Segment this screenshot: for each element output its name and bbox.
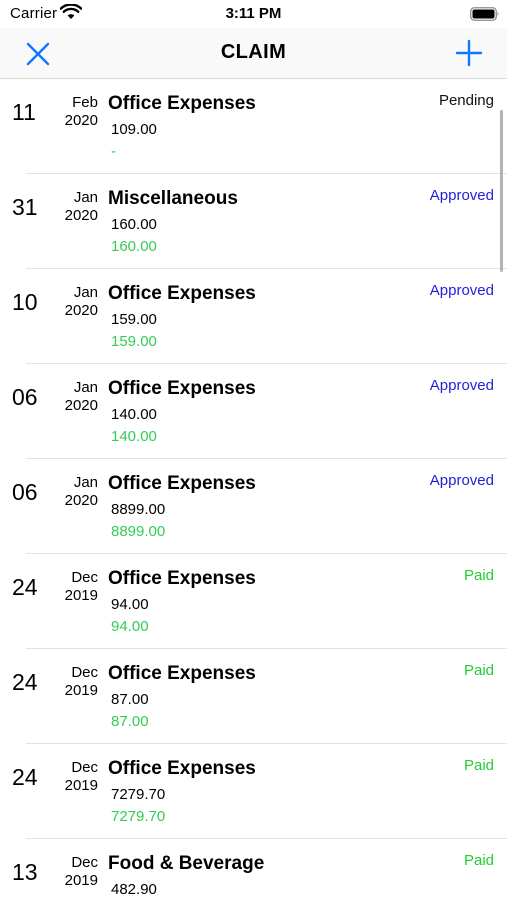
claim-month: Jan [73, 379, 98, 396]
approved-amount: 8899.00 [111, 523, 166, 540]
approved-amount: 160.00 [111, 238, 157, 255]
status-badge: Paid [463, 852, 494, 869]
claim-row[interactable]: 24 Dec 2019 Office Expenses 7279.70 7279… [0, 744, 507, 839]
claim-day: 06 [12, 479, 38, 505]
claim-category: Office Expenses [108, 663, 256, 684]
status-badge: Approved [429, 282, 494, 299]
claimed-amount: 94.00 [111, 596, 149, 613]
status-badge: Pending [438, 92, 494, 109]
claim-row[interactable]: 10 Jan 2020 Office Expenses 159.00 159.0… [0, 269, 507, 364]
status-badge: Paid [463, 662, 494, 679]
claim-day: 13 [12, 859, 38, 885]
claim-category: Office Expenses [108, 378, 256, 399]
claim-row[interactable]: 13 Dec 2019 Food & Beverage 482.90 Paid [0, 839, 507, 900]
approved-amount: 94.00 [111, 618, 149, 635]
claim-year: 2019 [64, 587, 98, 604]
claimed-amount: 7279.70 [111, 786, 166, 803]
claim-month: Jan [73, 284, 98, 301]
claimed-amount: 109.00 [111, 121, 157, 138]
plus-icon[interactable] [455, 39, 483, 67]
claim-month: Jan [73, 474, 98, 491]
status-badge: Paid [463, 567, 494, 584]
claim-day: 11 [12, 99, 36, 125]
claim-day: 06 [12, 384, 38, 410]
claim-list[interactable]: 11 Feb 2020 Office Expenses 109.00 - Pen… [0, 79, 507, 900]
scroll-indicator[interactable] [500, 110, 503, 272]
claim-day: 10 [12, 289, 38, 315]
page-title: CLAIM [220, 41, 287, 63]
claimed-amount: 140.00 [111, 406, 157, 423]
claim-category: Office Expenses [108, 568, 256, 589]
claim-year: 2019 [64, 777, 98, 794]
claim-row[interactable]: 11 Feb 2020 Office Expenses 109.00 - Pen… [0, 79, 507, 174]
claim-month: Dec [71, 854, 98, 871]
status-time: 3:11 PM [225, 5, 282, 22]
approved-amount: - [111, 143, 116, 160]
status-badge: Paid [463, 757, 494, 774]
claimed-amount: 8899.00 [111, 501, 166, 518]
claim-day: 24 [12, 669, 38, 695]
status-badge: Approved [429, 187, 494, 204]
claimed-amount: 87.00 [111, 691, 149, 708]
claimed-amount: 482.90 [111, 881, 157, 898]
battery-icon [470, 7, 499, 21]
claim-month: Jan [73, 189, 98, 206]
approved-amount: 159.00 [111, 333, 157, 350]
status-bar: Carrier 3:11 PM [0, 0, 507, 28]
claim-row[interactable]: 31 Jan 2020 Miscellaneous 160.00 160.00 … [0, 174, 507, 269]
claim-day: 31 [12, 194, 38, 220]
claim-day: 24 [12, 764, 38, 790]
claim-row[interactable]: 24 Dec 2019 Office Expenses 87.00 87.00 … [0, 649, 507, 744]
claim-year: 2020 [64, 112, 98, 129]
claim-row[interactable]: 06 Jan 2020 Office Expenses 8899.00 8899… [0, 459, 507, 554]
claim-month: Feb [72, 94, 98, 111]
status-badge: Approved [429, 472, 494, 489]
navigation-bar: CLAIM [0, 28, 507, 79]
claim-category: Miscellaneous [108, 188, 238, 209]
claim-category: Office Expenses [108, 758, 256, 779]
claim-month: Dec [71, 569, 98, 586]
claim-year: 2019 [64, 682, 98, 699]
claim-category: Office Expenses [108, 93, 256, 114]
claim-month: Dec [71, 664, 98, 681]
claim-row[interactable]: 24 Dec 2019 Office Expenses 94.00 94.00 … [0, 554, 507, 649]
claim-screen: Carrier 3:11 PM CLAIM 11 Feb 2020 Office… [0, 0, 507, 900]
claim-year: 2020 [64, 302, 98, 319]
claim-year: 2020 [64, 207, 98, 224]
claim-year: 2020 [64, 397, 98, 414]
status-badge: Approved [429, 377, 494, 394]
claim-row[interactable]: 06 Jan 2020 Office Expenses 140.00 140.0… [0, 364, 507, 459]
approved-amount: 7279.70 [111, 808, 166, 825]
claim-category: Food & Beverage [108, 853, 265, 874]
claim-category: Office Expenses [108, 283, 256, 304]
claim-category: Office Expenses [108, 473, 256, 494]
approved-amount: 140.00 [111, 428, 157, 445]
claimed-amount: 160.00 [111, 216, 157, 233]
approved-amount: 87.00 [111, 713, 149, 730]
claimed-amount: 159.00 [111, 311, 157, 328]
claim-month: Dec [71, 759, 98, 776]
claim-day: 24 [12, 574, 38, 600]
claim-year: 2019 [64, 872, 98, 889]
claim-year: 2020 [64, 492, 98, 509]
